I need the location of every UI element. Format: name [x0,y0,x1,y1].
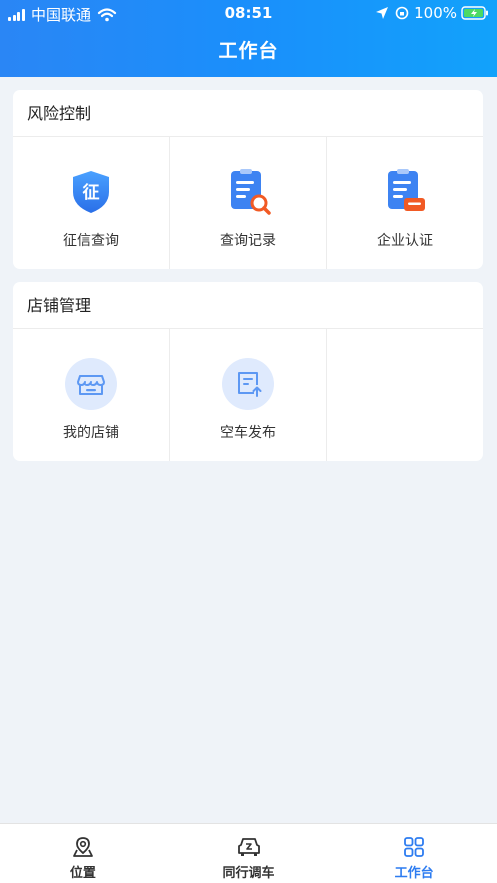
location-arrow-icon [376,7,389,19]
cell-label: 征信查询 [63,233,119,249]
credit-glyph: 征 [83,182,100,203]
credit-query-button[interactable]: 征 征信查询 [13,137,170,269]
tab-location[interactable]: 位置 [0,824,166,883]
query-record-icon [222,166,274,218]
tab-peer-dispatch[interactable]: 同行调车 [166,824,332,883]
section-title: 店铺管理 [13,282,483,329]
risk-control-card: 风险控制 征 征信查询 查询记录 企业认证 [13,90,483,269]
publish-icon [222,358,274,410]
grid-icon [404,837,425,857]
car-icon [237,838,260,856]
battery-percent: 100% [414,4,457,22]
enterprise-cert-button[interactable]: 企业认证 [327,137,483,269]
publish-empty-car-button[interactable]: 空车发布 [170,329,327,461]
enterprise-cert-icon [379,166,431,218]
tab-label: 同行调车 [222,866,275,881]
page-title: 工作台 [218,40,279,62]
empty-cell [327,329,483,461]
cell-label: 空车发布 [220,425,276,441]
rotation-lock-icon [395,6,409,20]
cell-label: 查询记录 [220,233,276,249]
status-bar: 中国联通 08:51 100% [0,0,497,26]
store-management-card: 店铺管理 我的店铺 空车发布 [13,282,483,461]
section-title: 风险控制 [13,90,483,137]
query-record-button[interactable]: 查询记录 [170,137,327,269]
tab-label: 位置 [69,866,96,881]
cell-label: 企业认证 [377,233,433,249]
header: 中国联通 08:51 100% 工作台 [0,0,497,77]
tab-bar: 位置 同行调车 工作台 [0,823,497,883]
my-store-button[interactable]: 我的店铺 [13,329,170,461]
tab-workbench[interactable]: 工作台 [331,824,497,883]
tab-label: 工作台 [394,866,434,881]
battery-icon [461,6,488,20]
cell-label: 我的店铺 [63,425,119,441]
store-icon [65,358,117,410]
location-icon [72,837,93,857]
credit-shield-icon: 征 [65,166,117,218]
